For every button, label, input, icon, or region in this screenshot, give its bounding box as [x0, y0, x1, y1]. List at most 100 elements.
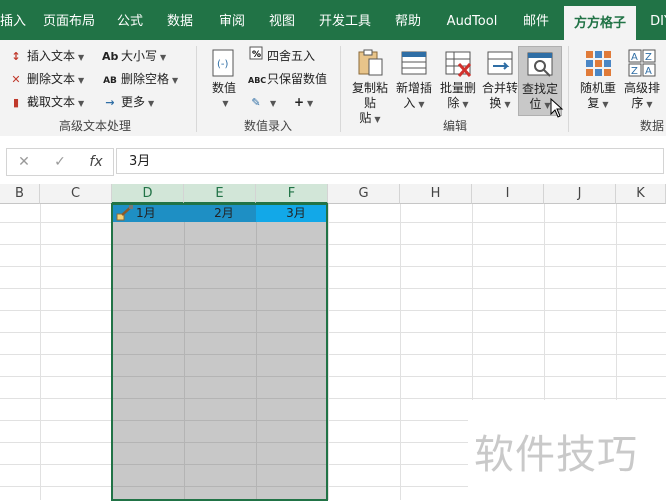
column-header-d[interactable]: D — [112, 184, 184, 204]
advanced-sort-button[interactable]: AZZA 高级排 序 ▼ — [620, 46, 664, 116]
grid-line — [0, 398, 666, 399]
grid-line — [400, 204, 401, 500]
number-extra-button[interactable]: ✎ ▼ + ▼ — [248, 92, 313, 112]
grid-line — [0, 222, 666, 223]
grid-line — [0, 266, 666, 267]
chevron-down-icon: ▼ — [418, 100, 425, 109]
round-icon: % — [248, 46, 264, 67]
column-header-g[interactable]: G — [328, 184, 400, 204]
chevron-down-icon: ▼ — [172, 76, 179, 85]
grid-line — [0, 244, 666, 245]
grid-line — [0, 354, 666, 355]
insert-new-button[interactable]: 新增插 入 ▼ — [392, 46, 436, 116]
batch-delete-button[interactable]: 批量删 除 ▼ — [436, 46, 480, 116]
edit-icon: ✎ — [251, 96, 261, 109]
insert-text-icon: ↕ — [11, 50, 21, 63]
chevron-down-icon: ▼ — [307, 99, 314, 108]
merge-convert-button[interactable]: 合并转 换 ▼ — [478, 46, 522, 116]
more-button[interactable]: → 更多 ▼ — [102, 92, 154, 112]
chevron-down-icon: ▼ — [222, 99, 229, 108]
column-header-h[interactable]: H — [400, 184, 472, 204]
arrow-right-icon: → — [105, 96, 115, 109]
group-divider — [196, 46, 197, 132]
grid-line — [0, 310, 666, 311]
svg-text:A: A — [645, 66, 652, 77]
batch-delete-icon — [443, 48, 473, 78]
tab-formulas[interactable]: 公式 — [110, 0, 150, 40]
column-header-b[interactable]: B — [0, 184, 40, 204]
ribbon-tab-bar: 插入 页面布局 公式 数据 审阅 视图 开发工具 帮助 AudTool 邮件 方… — [0, 0, 666, 40]
cancel-icon[interactable]: ✕ — [7, 149, 41, 175]
svg-text:Z: Z — [631, 66, 638, 77]
grid-line — [0, 288, 666, 289]
chevron-down-icon: ▼ — [78, 99, 85, 108]
chevron-down-icon: ▼ — [160, 53, 167, 62]
chevron-down-icon: ▼ — [374, 115, 381, 124]
chevron-down-icon: ▼ — [504, 100, 511, 109]
formula-input[interactable]: 3月 — [116, 148, 664, 174]
chevron-down-icon: ▼ — [602, 100, 609, 109]
chevron-down-icon: ▼ — [148, 99, 155, 108]
column-header-j[interactable]: J — [544, 184, 616, 204]
search-icon — [525, 49, 555, 79]
group-label-number: 数值录入 — [243, 119, 292, 133]
watermark: 软件技巧 — [468, 400, 666, 500]
group-divider — [340, 46, 341, 132]
chevron-down-icon: ▼ — [270, 99, 277, 108]
copy-paste-button[interactable]: 复制粘贴 贴 ▼ — [348, 46, 392, 125]
insert-function-button[interactable]: fx — [79, 149, 113, 175]
extract-text-icon: ▮ — [12, 96, 20, 109]
chevron-down-icon: ▼ — [462, 100, 469, 109]
grid-line — [40, 204, 41, 500]
case-button[interactable]: Ab 大小写 ▼ — [102, 46, 166, 66]
svg-text:A: A — [631, 52, 638, 63]
mouse-cursor-icon — [550, 97, 564, 121]
tab-mail[interactable]: 邮件 — [514, 0, 558, 40]
tab-audtool[interactable]: AudTool — [438, 0, 506, 40]
tab-page-layout[interactable]: 页面布局 — [36, 0, 102, 40]
random-repeat-icon — [583, 48, 613, 78]
column-header-c[interactable]: C — [40, 184, 112, 204]
group-label-text: 高级文本处理 — [58, 119, 131, 133]
delete-space-button[interactable]: AB 删除空格 ▼ — [102, 69, 178, 89]
numeric-button[interactable]: (-) 数值 ▼ — [202, 46, 246, 116]
insert-text-button[interactable]: ↕ 插入文本 ▼ — [8, 46, 84, 66]
grid-line — [0, 332, 666, 333]
chevron-down-icon: ▼ — [78, 53, 85, 62]
numeric-icon: (-) — [209, 48, 239, 78]
svg-text:%: % — [252, 50, 261, 60]
keep-value-button[interactable]: ABC只保留数值 — [248, 69, 327, 89]
random-repeat-button[interactable]: 随机重 复 ▼ — [576, 46, 620, 116]
confirm-icon[interactable]: ✓ — [43, 149, 77, 175]
svg-text:Z: Z — [645, 52, 652, 63]
tab-developer[interactable]: 开发工具 — [312, 0, 378, 40]
group-label-edit: 编辑 — [442, 119, 467, 133]
column-header-e[interactable]: E — [184, 184, 256, 204]
tab-insert[interactable]: 插入 — [0, 0, 26, 40]
tab-help[interactable]: 帮助 — [388, 0, 428, 40]
keep-value-icon: ABC — [248, 76, 267, 85]
insert-rows-icon — [399, 48, 429, 78]
tab-data[interactable]: 数据 — [160, 0, 200, 40]
svg-text:(-): (-) — [217, 59, 229, 70]
ribbon-panel: ↕ 插入文本 ▼ ✕ 删除文本 ▼ ▮ 截取文本 ▼ Ab 大小写 ▼ AB 删除空格 ▼ → 更多 ▼… — [0, 40, 666, 137]
tab-fangfang-gezi[interactable]: 方方格子 — [564, 6, 636, 40]
group-label-data: 数据 — [640, 119, 665, 133]
tab-diy[interactable]: DIY — [646, 0, 666, 40]
tab-view[interactable]: 视图 — [262, 0, 302, 40]
group-divider — [568, 46, 569, 132]
chevron-down-icon: ▼ — [646, 100, 653, 109]
column-header-f[interactable]: F — [256, 184, 328, 204]
clipboard-icon — [355, 48, 385, 78]
delete-text-button[interactable]: ✕ 删除文本 ▼ — [8, 69, 84, 89]
tab-review[interactable]: 审阅 — [212, 0, 252, 40]
delete-space-icon: AB — [103, 76, 117, 86]
extract-text-button[interactable]: ▮ 截取文本 ▼ — [8, 92, 84, 112]
grid-line — [0, 376, 666, 377]
column-header-k[interactable]: K — [616, 184, 666, 204]
formula-bar: ✕ ✓ fx 3月 — [0, 136, 666, 184]
column-header-i[interactable]: I — [472, 184, 544, 204]
round-button[interactable]: % 四舍五入 — [248, 46, 315, 66]
plus-icon[interactable]: + — [294, 95, 304, 109]
delete-text-icon: ✕ — [11, 73, 21, 86]
